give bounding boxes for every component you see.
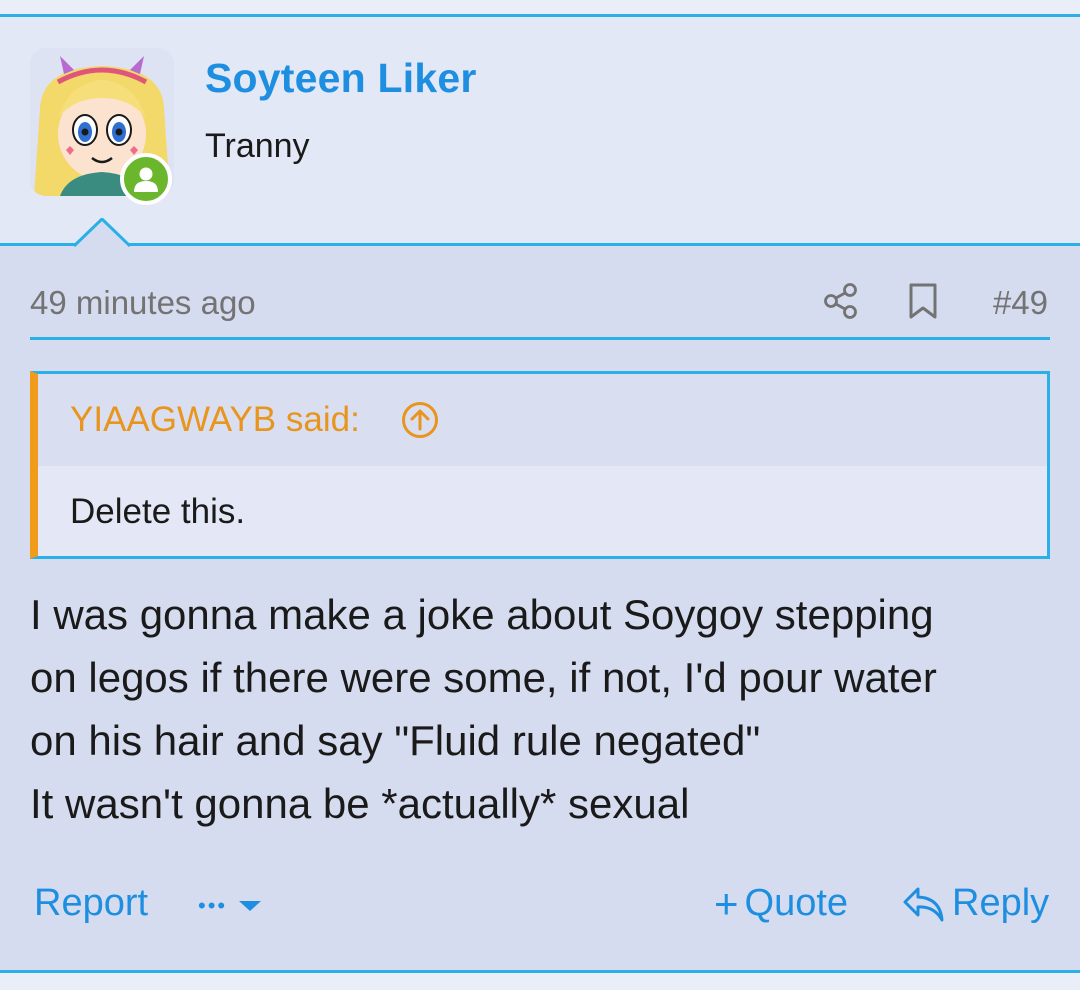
plus-icon: + [714, 879, 739, 927]
quote-button-label: Quote [744, 882, 849, 924]
quote-block: YIAAGWAYB said: Delete this. [30, 371, 1050, 559]
message-line: I was gonna make a joke about Soygoy ste… [30, 591, 934, 638]
reply-button[interactable]: Reply [902, 882, 1049, 925]
quote-author-link[interactable]: YIAAGWAYB said: [70, 400, 360, 440]
post-actions: Report ••• + Quote Reply [30, 876, 1050, 932]
message-line: on his hair and say "Fluid rule negated" [30, 717, 761, 764]
username-link[interactable]: Soyteen Liker [205, 55, 476, 102]
message-line: It wasn't gonna be *actually* sexual [30, 780, 690, 827]
message-content: I was gonna make a joke about Soygoy ste… [30, 583, 1040, 835]
top-strip [0, 0, 1080, 14]
user-header: Soyteen Liker Tranny [0, 17, 1080, 245]
online-user-icon [120, 153, 172, 205]
reply-icon [903, 887, 944, 921]
share-icon[interactable] [822, 282, 860, 320]
header-divider [0, 243, 1080, 246]
bottom-strip [0, 973, 1080, 990]
bookmark-icon[interactable] [904, 282, 942, 320]
meta-divider [30, 337, 1050, 340]
quote-text: Delete this. [70, 492, 246, 531]
caret-down-icon [239, 901, 262, 911]
quote-button[interactable]: + Quote [714, 882, 848, 925]
more-options-icon: ••• [198, 893, 228, 918]
post-time[interactable]: 49 minutes ago [30, 284, 256, 322]
arrow-up-circle-icon[interactable] [400, 400, 440, 440]
reply-button-label: Reply [952, 882, 1050, 924]
report-link[interactable]: Report [34, 882, 148, 925]
quote-header: YIAAGWAYB said: [38, 374, 1047, 466]
post-meta: 49 minutes ago #49 [30, 280, 1050, 326]
message-line: on legos if there were some, if not, I'd… [30, 654, 937, 701]
user-title: Tranny [205, 127, 310, 165]
forum-post: Soyteen Liker Tranny 49 minutes ago #49 … [0, 0, 1080, 990]
message-arrow [74, 218, 130, 248]
post-number-link[interactable]: #49 [993, 284, 1048, 322]
more-options-menu[interactable]: ••• [198, 886, 278, 926]
